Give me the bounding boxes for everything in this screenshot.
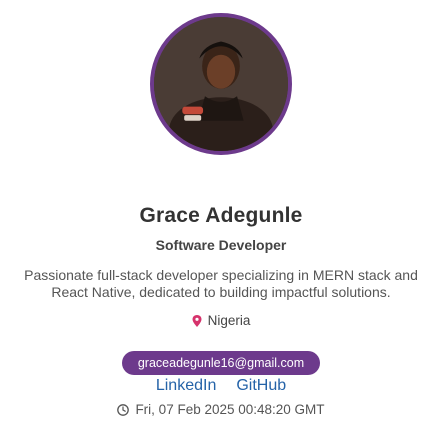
avatar-photo [154,17,288,151]
profile-bio: Passionate full-stack developer speciali… [24,267,418,300]
clock-icon [117,403,130,416]
avatar [150,13,292,155]
profile-title: Software Developer [155,237,287,253]
linkedin-link[interactable]: LinkedIn [156,377,217,395]
location-text: Nigeria [207,313,251,328]
timestamp-text: Fri, 07 Feb 2025 00:48:20 GMT [135,402,325,417]
github-link[interactable]: GitHub [236,377,286,395]
email-button[interactable]: graceadegunle16@gmail.com [121,351,321,375]
profile-card: Grace Adegunle Software Developer Passio… [0,0,442,441]
map-pin-icon [192,314,202,327]
social-links: LinkedIn GitHub [156,377,286,395]
profile-name: Grace Adegunle [139,204,303,227]
location-row: Nigeria [192,313,251,328]
timestamp-row: Fri, 07 Feb 2025 00:48:20 GMT [117,402,325,417]
